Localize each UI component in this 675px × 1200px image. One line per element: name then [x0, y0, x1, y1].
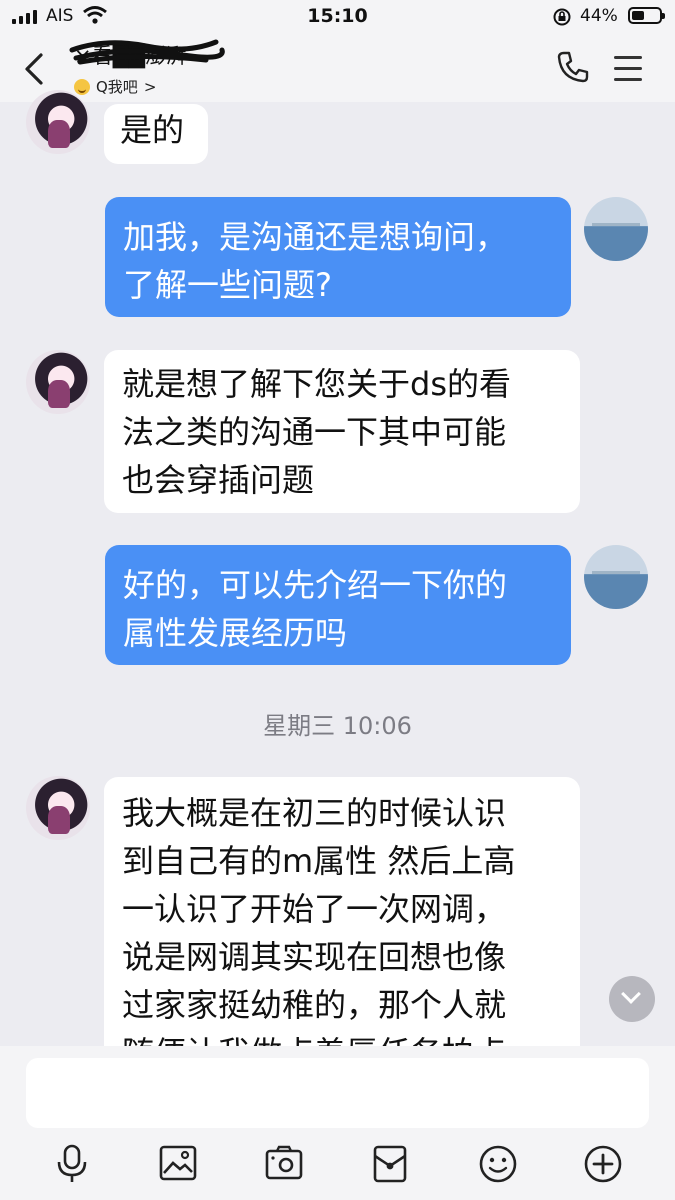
- image-icon[interactable]: [158, 1144, 198, 1182]
- status-bar: AIS 15:10 44%: [0, 0, 675, 36]
- back-icon[interactable]: [22, 52, 46, 86]
- chat-header: ×看██澎湃 Q我吧 >: [0, 36, 675, 102]
- smiley-icon: [74, 78, 90, 95]
- contact-avatar[interactable]: [26, 90, 90, 154]
- menu-icon[interactable]: [614, 56, 642, 89]
- camera-icon[interactable]: [264, 1144, 304, 1182]
- chat-subtitle[interactable]: Q我吧 >: [74, 76, 156, 97]
- composer-toolbar: [0, 1140, 675, 1190]
- message-bubble-incoming[interactable]: 是的: [104, 104, 208, 164]
- user-avatar[interactable]: [584, 545, 648, 609]
- battery-percent: 44%: [580, 6, 618, 26]
- emoji-icon[interactable]: [478, 1144, 518, 1184]
- chevron-right-icon: >: [143, 77, 157, 96]
- mic-icon[interactable]: [54, 1144, 90, 1184]
- message-bubble-incoming[interactable]: 我大概是在初三的时候认识 到自己有的m属性 然后上高 一认识了开始了一次网调， …: [104, 777, 580, 1046]
- red-packet-icon[interactable]: [372, 1144, 408, 1184]
- scroll-down-button[interactable]: [609, 976, 655, 1022]
- contact-avatar[interactable]: [26, 776, 90, 840]
- rotation-lock-icon: [553, 8, 571, 26]
- battery-icon: [628, 7, 665, 24]
- clock: 15:10: [307, 5, 368, 27]
- message-input[interactable]: [26, 1058, 649, 1128]
- message-bubble-outgoing[interactable]: 好的，可以先介绍一下你的 属性发展经历吗: [105, 545, 571, 665]
- contact-avatar[interactable]: [26, 350, 90, 414]
- user-avatar[interactable]: [584, 197, 648, 261]
- phone-call-icon[interactable]: [556, 50, 590, 84]
- composer: [0, 1046, 675, 1200]
- message-bubble-outgoing[interactable]: 加我，是沟通还是想询问， 了解一些问题?: [105, 197, 571, 317]
- plus-icon[interactable]: [583, 1144, 623, 1184]
- redaction-scribble: [69, 39, 225, 65]
- message-bubble-incoming[interactable]: 就是想了解下您关于ds的看 法之类的沟通一下其中可能 也会穿插问题: [104, 350, 580, 513]
- subtitle-label: Q我吧: [96, 78, 138, 96]
- time-separator: 星期三 10:06: [263, 712, 412, 740]
